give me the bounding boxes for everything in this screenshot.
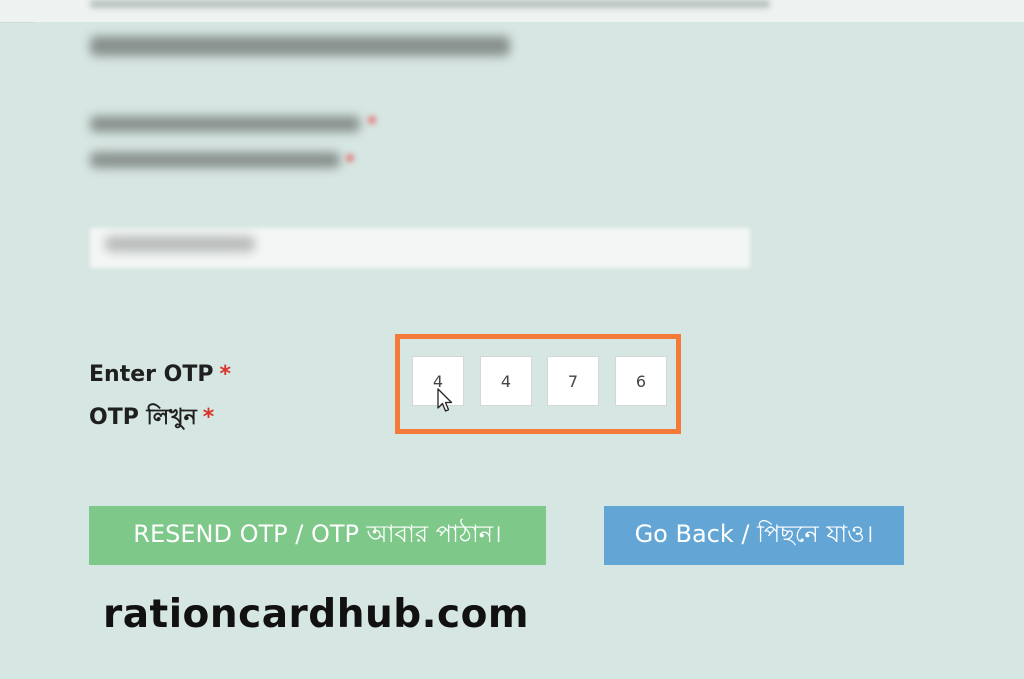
required-star-bn: *	[202, 405, 215, 430]
blurred-input-placeholder	[105, 236, 255, 252]
mouse-pointer-icon	[437, 388, 453, 412]
otp-digit-2-value: 4	[500, 371, 512, 391]
blurred-form-heading	[90, 36, 510, 56]
blurred-mobile-label-bn	[90, 152, 340, 168]
required-star: *	[219, 362, 231, 387]
blurred-required-mark-2	[346, 154, 354, 162]
blurred-required-mark	[368, 116, 376, 124]
otp-digit-2[interactable]: 4	[480, 356, 532, 406]
otp-digit-4[interactable]: 6	[615, 356, 667, 406]
otp-label-en-text: Enter OTP	[89, 362, 214, 387]
otp-label-bn-text: OTP লিখুন	[89, 405, 197, 430]
otp-digit-3[interactable]: 7	[547, 356, 599, 406]
blurred-top-text	[90, 0, 770, 8]
browser-top-strip	[0, 0, 1024, 23]
site-watermark: rationcardhub.com	[103, 592, 530, 637]
resend-otp-button[interactable]: RESEND OTP / OTP আবার পাঠান।	[89, 506, 546, 565]
otp-digit-3-value: 7	[567, 371, 579, 391]
otp-label-english: Enter OTP *	[89, 362, 231, 387]
go-back-button[interactable]: Go Back / পিছনে যাও।	[604, 506, 904, 565]
blurred-mobile-label-en	[90, 116, 360, 132]
otp-digit-4-value: 6	[635, 371, 647, 391]
otp-label-bengali: OTP লিখুন *	[89, 400, 214, 437]
